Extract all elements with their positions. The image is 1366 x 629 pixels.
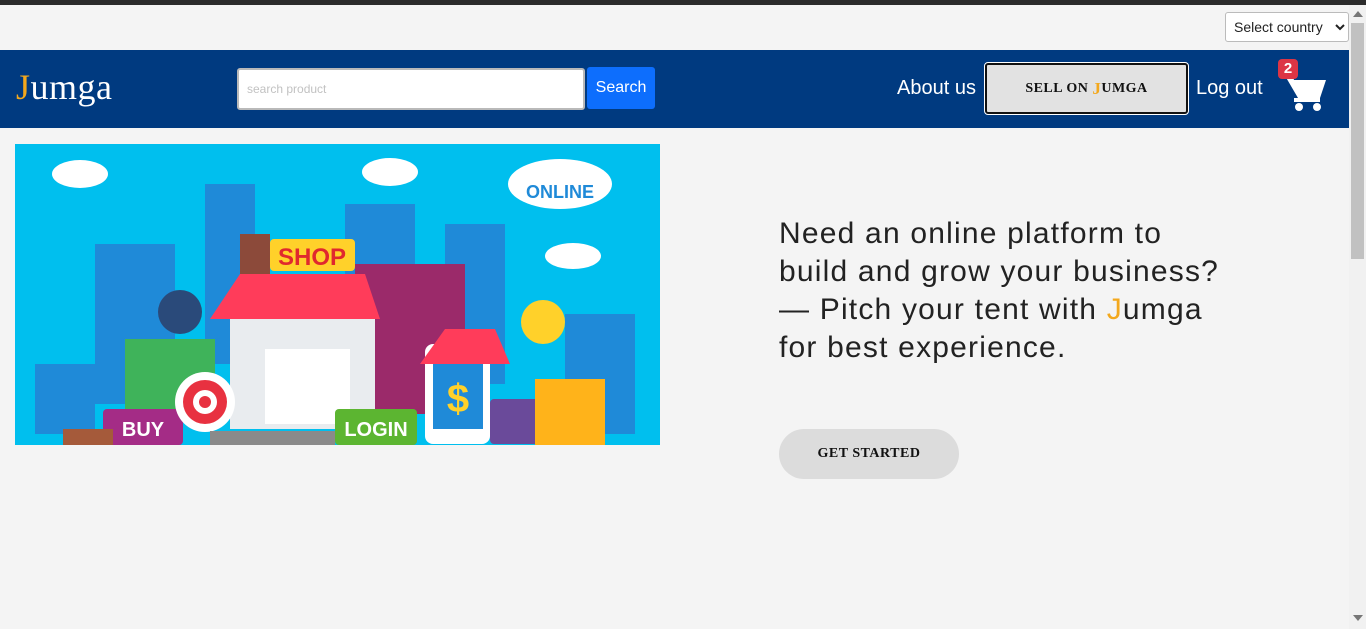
sell-button-underline [1020, 112, 1156, 114]
country-select[interactable]: Select country [1225, 12, 1349, 42]
sell-on-jumga-button[interactable]: SELL ON J UMGA [984, 62, 1189, 115]
login-label: LOGIN [344, 419, 407, 441]
buy-label: BUY [122, 419, 165, 441]
online-label: ONLINE [526, 182, 594, 202]
search-input[interactable] [237, 68, 585, 110]
sell-label-prefix: SELL ON [1025, 80, 1089, 96]
shop-label: SHOP [278, 244, 346, 271]
scroll-thumb[interactable] [1351, 23, 1364, 259]
dollar-label: $ [447, 377, 469, 421]
hero-illustration: ONLINE SHOP $ BUY LOGIN [15, 144, 660, 445]
headline-brand-rest: umga [1122, 293, 1203, 326]
headline-part-2: for best experience. [779, 331, 1067, 364]
window-top-border [0, 0, 1366, 5]
brand-rest: umga [30, 67, 113, 107]
hero-headline: Need an online platform to build and gro… [779, 215, 1239, 367]
sell-label-initial: J [1092, 78, 1102, 98]
about-us-link[interactable]: About us [897, 77, 976, 100]
sell-label-rest: UMGA [1101, 80, 1148, 96]
scroll-down-arrow[interactable] [1353, 615, 1363, 621]
logout-link[interactable]: Log out [1196, 77, 1263, 100]
brand-logo[interactable]: Jumga [16, 66, 113, 108]
navbar: Jumga Search About us SELL ON JUMGA Log … [0, 50, 1349, 128]
page-scrollbar[interactable] [1349, 5, 1366, 629]
headline-brand-initial: J [1106, 293, 1123, 326]
cart-count-badge: 2 [1278, 59, 1298, 79]
scroll-up-arrow[interactable] [1353, 11, 1363, 17]
search-button[interactable]: Search [587, 67, 655, 109]
brand-initial: J [16, 67, 31, 107]
get-started-button[interactable]: GET STARTED [779, 429, 959, 479]
